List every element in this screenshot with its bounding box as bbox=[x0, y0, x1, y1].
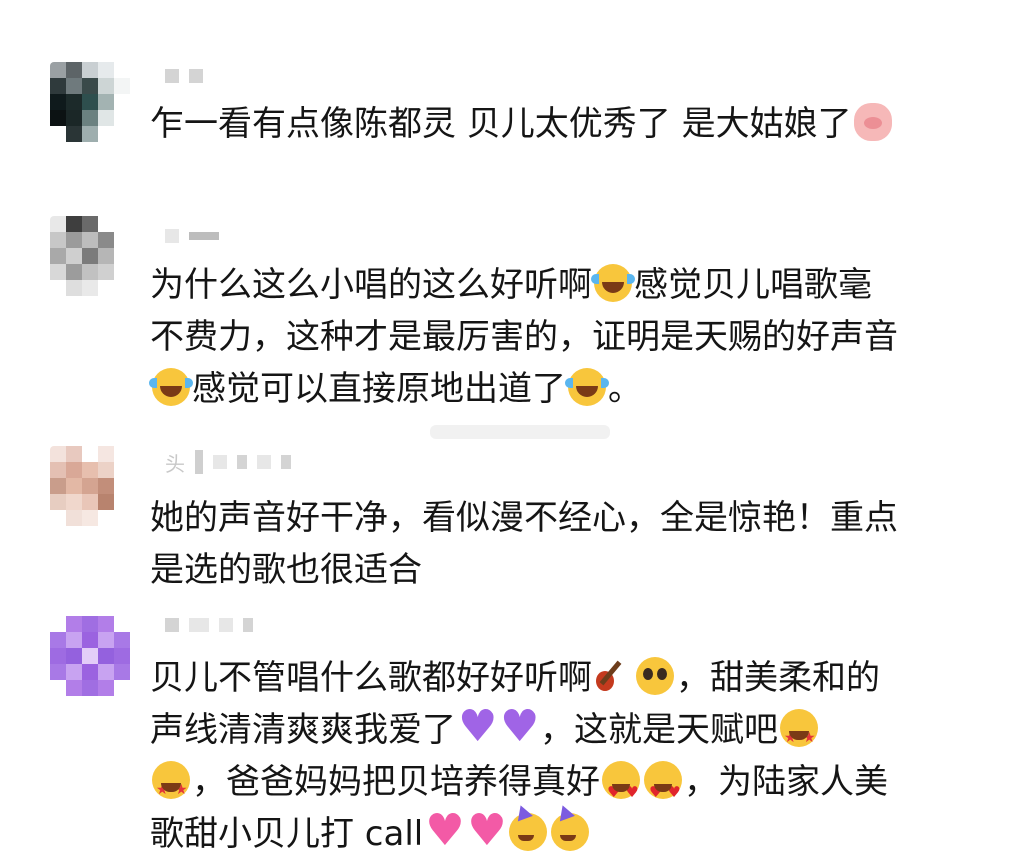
laugh-cry-emoji-icon bbox=[565, 368, 609, 406]
comment-text: 贝儿不管唱什么歌都好好听啊，甜美柔和的 声线清清爽爽我爱了，这就是天赋吧 ，爸爸… bbox=[150, 652, 980, 860]
guitar-emoji-icon bbox=[594, 657, 632, 695]
blurred-timestamp bbox=[430, 425, 610, 439]
heart-eyes-emoji-icon bbox=[644, 761, 682, 818]
partying-face-emoji-icon bbox=[551, 813, 590, 851]
purple-heart-emoji-icon bbox=[458, 701, 497, 753]
username-blurred: 头 bbox=[165, 450, 291, 476]
comment-text: 乍一看有点像陈都灵 贝儿太优秀了 是大姑娘了 bbox=[150, 98, 980, 150]
star-struck-emoji-icon bbox=[152, 761, 190, 816]
partying-face-emoji-icon bbox=[509, 813, 548, 851]
avatar[interactable] bbox=[50, 62, 130, 142]
laugh-cry-emoji-icon bbox=[149, 368, 193, 406]
username-blurred bbox=[165, 615, 253, 635]
laugh-cry-emoji-icon bbox=[591, 264, 635, 302]
heart-eyes-emoji-icon bbox=[602, 761, 640, 818]
avatar[interactable] bbox=[50, 446, 130, 526]
username-blurred bbox=[165, 66, 203, 86]
sparkling-heart-emoji-icon bbox=[467, 805, 506, 857]
sparkling-heart-emoji-icon bbox=[425, 805, 464, 857]
comment-text: 为什么这么小唱的这么好听啊 感觉贝儿唱歌毫 不费力，这种才是最厉害的，证明是天赐的… bbox=[149, 264, 898, 409]
purple-heart-emoji-icon bbox=[500, 701, 539, 753]
pig-nose-emoji-icon bbox=[853, 103, 892, 141]
avatar[interactable] bbox=[50, 616, 130, 696]
avatar[interactable] bbox=[50, 216, 130, 296]
star-struck-emoji-icon bbox=[780, 709, 818, 764]
comment-text: 她的声音好干净，看似漫不经心，全是惊艳！重点 是选的歌也很适合 bbox=[150, 498, 898, 590]
pleading-face-emoji-icon bbox=[636, 657, 674, 695]
username-blurred bbox=[165, 226, 219, 246]
